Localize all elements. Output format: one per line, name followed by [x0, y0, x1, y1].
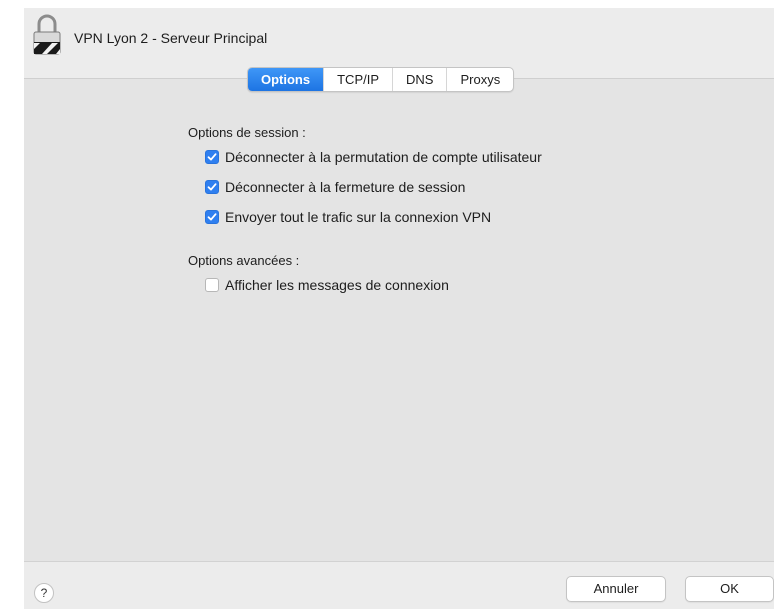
help-button[interactable]: ?: [34, 583, 54, 603]
checkmark-icon: [207, 183, 217, 191]
checkmark-icon: [207, 213, 217, 221]
advanced-options-label: Options avancées :: [188, 253, 300, 268]
window-title: VPN Lyon 2 - Serveur Principal: [74, 30, 268, 46]
checkbox-all-traffic[interactable]: [205, 210, 219, 224]
checkbox-row-all-traffic[interactable]: Envoyer tout le trafic sur la connexion …: [205, 209, 491, 225]
checkbox-row-connection-messages[interactable]: Afficher les messages de connexion: [205, 277, 449, 293]
checkbox-label-switch-user: Déconnecter à la permutation de compte u…: [225, 149, 542, 165]
checkmark-icon: [207, 153, 217, 161]
tab-bar: Options TCP/IP DNS Proxys: [247, 67, 515, 92]
tab-tcpip[interactable]: TCP/IP: [323, 68, 392, 91]
checkbox-row-switch-user[interactable]: Déconnecter à la permutation de compte u…: [205, 149, 542, 165]
vpn-dialog: VPN Lyon 2 - Serveur Principal Options T…: [24, 8, 774, 609]
checkbox-switch-user[interactable]: [205, 150, 219, 164]
tab-options[interactable]: Options: [248, 68, 324, 91]
session-options-label: Options de session :: [188, 125, 306, 140]
tab-dns[interactable]: DNS: [392, 68, 446, 91]
checkbox-label-connection-messages: Afficher les messages de connexion: [225, 277, 449, 293]
tab-proxys[interactable]: Proxys: [446, 68, 513, 91]
checkbox-label-all-traffic: Envoyer tout le trafic sur la connexion …: [225, 209, 492, 225]
vpn-lock-icon: [33, 14, 61, 55]
checkbox-logout[interactable]: [205, 180, 219, 194]
cancel-button[interactable]: Annuler: [566, 576, 666, 602]
ok-button[interactable]: OK: [685, 576, 774, 602]
checkbox-label-logout: Déconnecter à la fermeture de session: [225, 179, 466, 195]
checkbox-row-logout[interactable]: Déconnecter à la fermeture de session: [205, 179, 465, 195]
checkbox-connection-messages[interactable]: [205, 278, 219, 292]
